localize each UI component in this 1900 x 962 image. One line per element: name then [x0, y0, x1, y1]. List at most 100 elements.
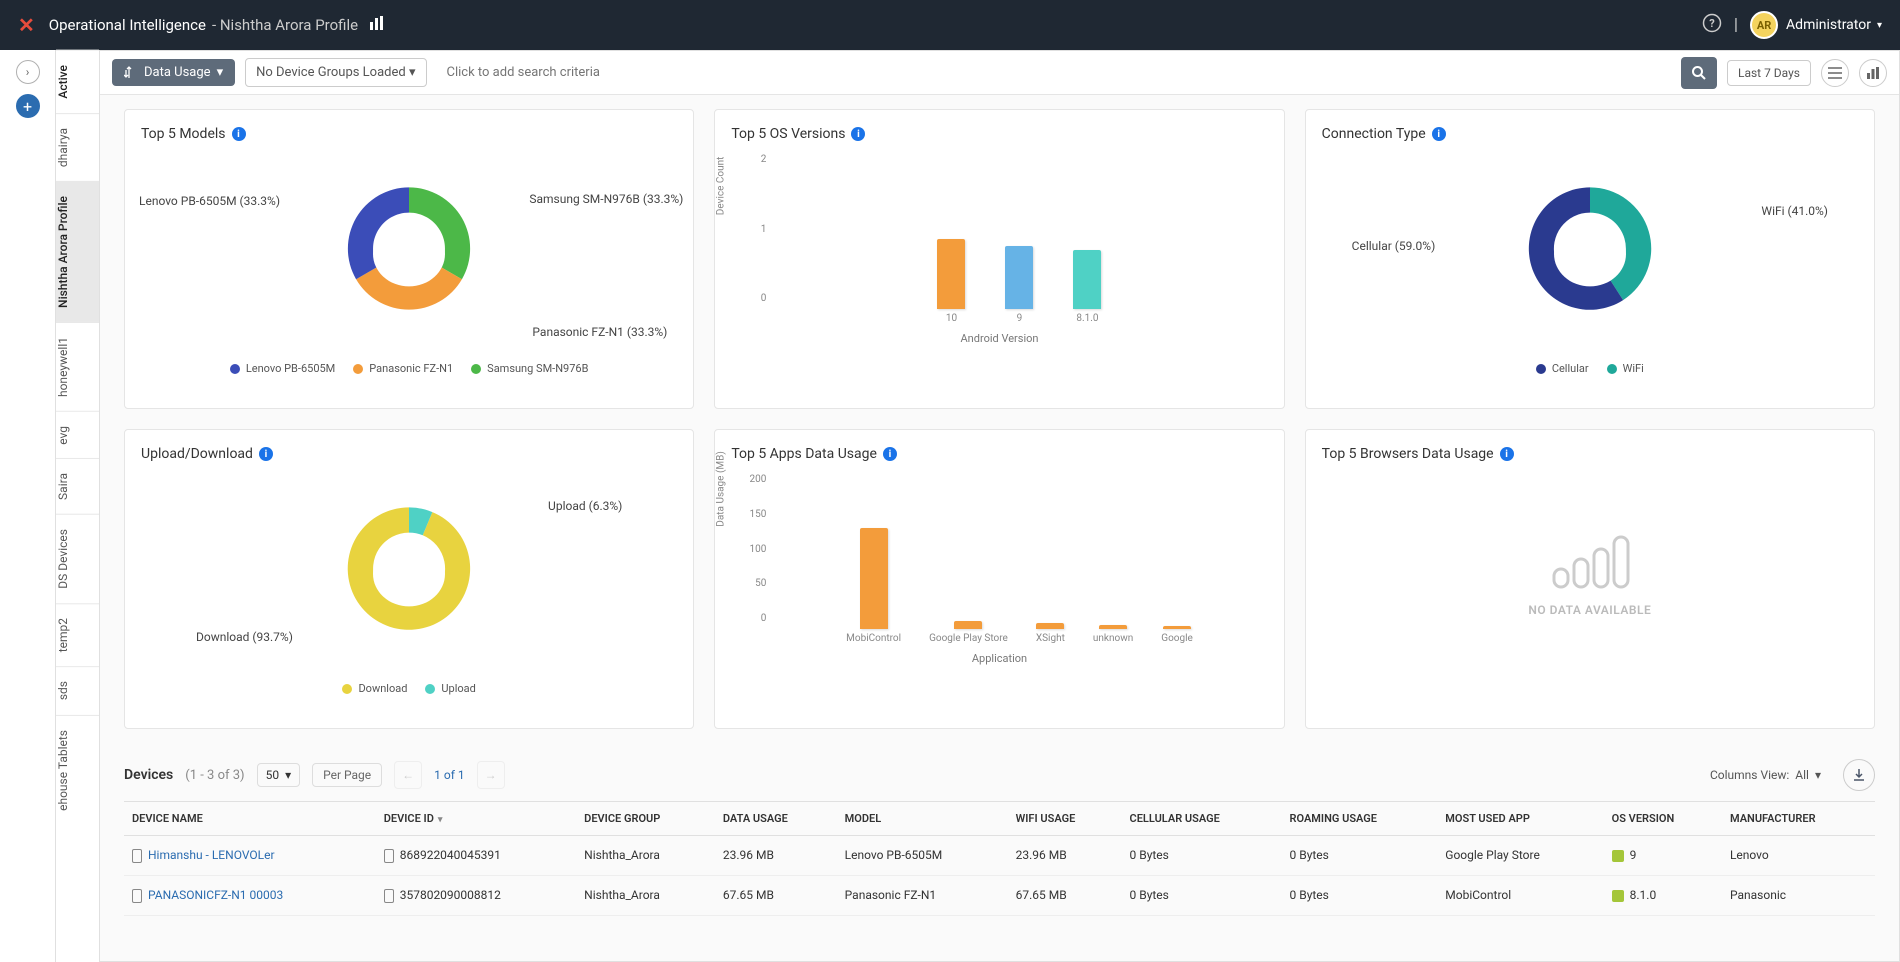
chart-view-icon[interactable] — [1859, 59, 1887, 87]
card-title: Top 5 Browsers Data Usage — [1322, 446, 1494, 462]
device-groups-dropdown[interactable]: No Device Groups Loaded ▾ — [245, 58, 426, 87]
card-top-browsers: Top 5 Browsers Data Usage i NO DATA AVAIL… — [1305, 429, 1875, 729]
android-icon — [1612, 850, 1624, 862]
table-row[interactable]: Himanshu - LENOVOLer868922040045391Nisht… — [124, 836, 1875, 876]
search-button[interactable] — [1681, 57, 1717, 89]
legend-item[interactable]: Download — [342, 682, 407, 695]
no-data-text: NO DATA AVAILABLE — [1528, 603, 1651, 617]
left-sidebar: › + — [0, 50, 56, 962]
tabs-rail: ActivedhairyaNishtha Arora Profilehoneyw… — [56, 50, 100, 962]
tab-honeywell1[interactable]: honeywell1 — [56, 322, 99, 411]
android-icon — [1612, 890, 1624, 902]
device-name-cell[interactable]: Himanshu - LENOVOLer — [124, 836, 376, 876]
tab-temp2[interactable]: temp2 — [56, 603, 99, 666]
device-icon — [132, 849, 142, 863]
legend-item[interactable]: Lenovo PB-6505M — [230, 362, 335, 375]
legend-item[interactable]: Panasonic FZ-N1 — [353, 362, 453, 375]
column-header[interactable]: DATA USAGE — [715, 802, 837, 836]
app-name: Operational Intelligence — [49, 16, 206, 34]
device-icon — [384, 849, 394, 863]
tab-evg[interactable]: evg — [56, 411, 99, 459]
tab-dhairya[interactable]: dhairya — [56, 113, 99, 181]
bar: Google — [1161, 626, 1193, 645]
column-header[interactable]: DEVICE GROUP — [576, 802, 715, 836]
table-row[interactable]: PANASONICFZ-N1 00003357802090008812Nisht… — [124, 875, 1875, 915]
bar: MobiControl — [846, 528, 901, 645]
legend-item[interactable]: WiFi — [1607, 362, 1644, 375]
download-button[interactable] — [1843, 759, 1875, 791]
donut-connection: Cellular (59.0%) WiFi (41.0%) — [1322, 154, 1858, 354]
legend-item[interactable]: Cellular — [1536, 362, 1589, 375]
column-header[interactable]: DEVICE ID▾ — [376, 802, 576, 836]
page-indicator: 1 of 1 — [426, 768, 472, 782]
bar: 10 — [937, 239, 965, 324]
tab-ehouse-tablets[interactable]: ehouse Tablets — [56, 715, 99, 825]
device-name-cell[interactable]: PANASONICFZ-N1 00003 — [124, 875, 376, 915]
card-title: Connection Type — [1322, 126, 1426, 142]
info-icon[interactable]: i — [1500, 447, 1514, 461]
card-top-os: Top 5 OS Versionsi Device Count 210 1098… — [714, 109, 1284, 409]
info-icon[interactable]: i — [1432, 127, 1446, 141]
next-page-button[interactable]: → — [477, 761, 505, 789]
info-icon[interactable]: i — [883, 447, 897, 461]
tab-nishtha-arora-profile[interactable]: Nishtha Arora Profile — [56, 181, 99, 322]
tab-sds[interactable]: sds — [56, 666, 99, 714]
legend-item[interactable]: Upload — [425, 682, 475, 695]
card-title: Top 5 Models — [141, 126, 226, 142]
bar: Google Play Store — [929, 621, 1008, 644]
donut-upload-download: Upload (6.3%) Download (93.7%) — [141, 474, 677, 674]
top-bar: ✕ Operational Intelligence - Nishtha Aro… — [0, 0, 1900, 50]
help-icon[interactable]: ? — [1702, 13, 1722, 38]
list-view-icon[interactable] — [1821, 59, 1849, 87]
slice-label: Lenovo PB-6505M (33.3%) — [139, 194, 280, 208]
y-axis-label: Data Usage (MB) — [716, 451, 727, 527]
time-range-dropdown[interactable]: Last 7 Days — [1727, 60, 1811, 86]
prev-page-button[interactable]: ← — [394, 761, 422, 789]
column-header[interactable]: ROAMING USAGE — [1282, 802, 1438, 836]
bar: 8.1.0 — [1073, 250, 1101, 325]
bar-chart-apps: 200150100500 MobiControlGoogle Play Stor… — [731, 474, 1267, 644]
tab-saira[interactable]: Saira — [56, 458, 99, 514]
slice-label: Cellular (59.0%) — [1352, 239, 1436, 253]
user-name[interactable]: Administrator — [1786, 17, 1871, 33]
data-usage-dropdown[interactable]: Data Usage ▾ — [112, 59, 235, 86]
user-avatar[interactable]: AR — [1750, 11, 1778, 39]
y-axis-label: Device Count — [716, 157, 727, 216]
table-count: (1 - 3 of 3) — [185, 768, 244, 783]
expand-button[interactable]: › — [16, 60, 40, 84]
content-scroll[interactable]: Top 5 Models i Lenovo PB-6505M (33.3%) Sa… — [100, 95, 1899, 961]
tab-ds-devices[interactable]: DS Devices — [56, 514, 99, 603]
card-top-models: Top 5 Models i Lenovo PB-6505M (33.3%) Sa… — [124, 109, 694, 409]
column-header[interactable]: MODEL — [837, 802, 1008, 836]
info-icon[interactable]: i — [232, 127, 246, 141]
column-header[interactable]: MOST USED APP — [1437, 802, 1603, 836]
columns-view-dropdown[interactable]: Columns View: All ▾ — [1710, 768, 1821, 782]
column-header[interactable]: MANUFACTURER — [1722, 802, 1875, 836]
pager: ← 1 of 1 → — [394, 761, 504, 789]
donut-top-models: Lenovo PB-6505M (33.3%) Samsung SM-N976B… — [141, 154, 677, 354]
per-page-dropdown[interactable]: 50▾ — [257, 763, 301, 787]
card-top-apps: Top 5 Apps Data Usagei Data Usage (MB) 2… — [714, 429, 1284, 729]
info-icon[interactable]: i — [259, 447, 273, 461]
tab-active[interactable]: Active — [56, 50, 99, 113]
slice-label: WiFi (41.0%) — [1761, 204, 1828, 218]
add-button[interactable]: + — [16, 94, 40, 118]
x-axis-label: Android Version — [731, 332, 1267, 345]
device-icon — [132, 889, 142, 903]
legend-item[interactable]: Samsung SM-N976B — [471, 362, 588, 375]
card-upload-download: Upload/Downloadi Upload (6.3%) Download … — [124, 429, 694, 729]
column-header[interactable]: WIFI USAGE — [1008, 802, 1122, 836]
bar: unknown — [1093, 625, 1133, 644]
column-header[interactable]: CELLULAR USAGE — [1122, 802, 1282, 836]
search-input[interactable] — [437, 57, 1672, 89]
card-connection-type: Connection Type i Cellular (59.0%) WiFi (… — [1305, 109, 1875, 409]
svg-text:?: ? — [1709, 17, 1715, 30]
table-title: Devices — [124, 767, 173, 783]
bar-chart-icon[interactable] — [370, 16, 386, 34]
column-header[interactable]: DEVICE NAME — [124, 802, 376, 836]
info-icon[interactable]: i — [851, 127, 865, 141]
divider: | — [1734, 15, 1738, 35]
card-title: Top 5 Apps Data Usage — [731, 446, 877, 462]
column-header[interactable]: OS VERSION — [1604, 802, 1722, 836]
chevron-down-icon[interactable]: ▾ — [1877, 20, 1882, 31]
